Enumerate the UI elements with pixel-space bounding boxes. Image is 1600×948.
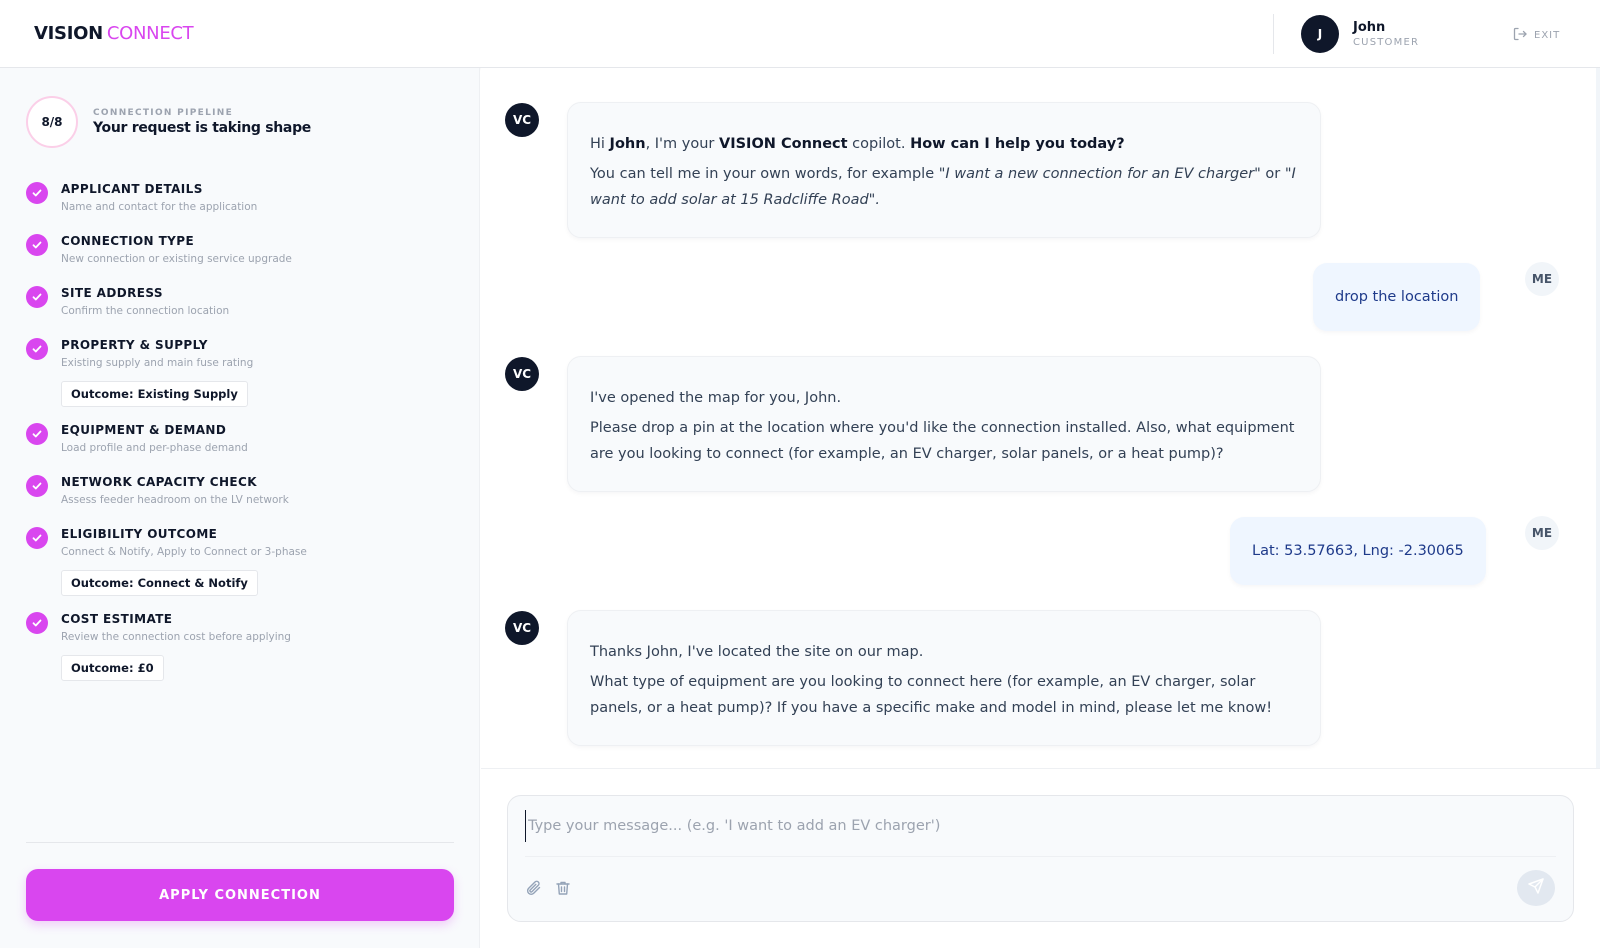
- send-button[interactable]: [1517, 870, 1555, 906]
- sidebar-divider: [26, 842, 454, 843]
- step-description: Confirm the connection location: [61, 305, 230, 317]
- brand-name-secondary: CONNECT: [106, 23, 194, 44]
- bot-message-line: Hi John, I'm your VISION Connect copilot…: [590, 131, 1298, 157]
- app-header: VISION CONNECT J John CUSTOMER EXIT: [0, 0, 1600, 68]
- exit-label: EXIT: [1534, 30, 1561, 41]
- check-icon: [26, 338, 48, 360]
- brand-name-primary: VISION: [34, 23, 103, 44]
- bot-avatar: VC: [505, 611, 539, 645]
- attach-icon[interactable]: [524, 878, 544, 898]
- bot-avatar: VC: [505, 103, 539, 137]
- step-title: PROPERTY & SUPPLY: [61, 338, 208, 352]
- chat-thread[interactable]: VC Hi John, I'm your VISION Connect copi…: [481, 68, 1600, 768]
- step-title: APPLICANT DETAILS: [61, 182, 203, 196]
- step-description: Load profile and per-phase demand: [61, 442, 248, 454]
- bot-message: Hi John, I'm your VISION Connect copilot…: [567, 102, 1321, 238]
- composer-divider: [481, 768, 1600, 769]
- step-title: NETWORK CAPACITY CHECK: [61, 475, 257, 489]
- text-bold: John: [609, 136, 646, 152]
- user-message-avatar: ME: [1525, 262, 1559, 296]
- step-description: Review the connection cost before applyi…: [61, 631, 291, 643]
- step-title: ELIGIBILITY OUTCOME: [61, 527, 218, 541]
- bot-message-line: Please drop a pin at the location where …: [590, 420, 1295, 462]
- step-title: CONNECTION TYPE: [61, 234, 195, 248]
- bot-message: I've opened the map for you, John. Pleas…: [567, 356, 1321, 492]
- example-text: "I want a new connection for an EV charg…: [938, 166, 1261, 182]
- header-divider: [1273, 14, 1274, 54]
- text: or: [1260, 166, 1285, 182]
- composer-divider-line: [525, 856, 1556, 857]
- pipeline-title: Your request is taking shape: [93, 120, 311, 136]
- check-icon: [26, 286, 48, 308]
- pipeline-progress-badge: 8/8: [26, 96, 78, 148]
- bot-message: Thanks John, I've located the site on ou…: [567, 610, 1321, 746]
- exit-button[interactable]: EXIT: [1512, 26, 1560, 45]
- user-message: Lat: 53.57663, Lng: -2.30065: [1230, 517, 1486, 585]
- pipeline-sidebar: 8/8 CONNECTION PIPELINE Your request is …: [0, 68, 480, 948]
- step-description: Name and contact for the application: [61, 201, 258, 213]
- check-icon: [26, 423, 48, 445]
- check-icon: [26, 527, 48, 549]
- check-icon: [26, 234, 48, 256]
- step-outcome-badge: Outcome: Existing Supply: [61, 381, 248, 407]
- bot-avatar: VC: [505, 357, 539, 391]
- user-message-avatar: ME: [1525, 516, 1559, 550]
- step-outcome-badge: Outcome: Connect & Notify: [61, 570, 258, 596]
- bot-message-line: What type of equipment are you looking t…: [590, 674, 1273, 716]
- user-name: John: [1353, 20, 1386, 35]
- pipeline-label: CONNECTION PIPELINE: [93, 108, 234, 118]
- text-bold: VISION Connect: [719, 136, 848, 152]
- check-icon: [26, 182, 48, 204]
- step-title: EQUIPMENT & DEMAND: [61, 423, 227, 437]
- text: copilot.: [847, 136, 911, 152]
- check-icon: [26, 475, 48, 497]
- message-composer: [507, 795, 1574, 922]
- user-avatar[interactable]: J: [1301, 15, 1339, 53]
- text-bold: How can I help you today?: [910, 136, 1125, 152]
- chat-scrollbar[interactable]: [1596, 68, 1600, 768]
- text: , I'm your: [645, 136, 719, 152]
- exit-icon: [1512, 26, 1528, 45]
- brand-logo[interactable]: VISION CONNECT: [34, 23, 194, 44]
- step-description: Assess feeder headroom on the LV network: [61, 494, 289, 506]
- text: Hi: [590, 136, 610, 152]
- step-description: Existing supply and main fuse rating: [61, 357, 254, 369]
- bot-message-line: I've opened the map for you, John.: [590, 390, 842, 406]
- bot-message-line: Thanks John, I've located the site on ou…: [590, 644, 924, 660]
- bot-message-line: You can tell me in your own words, for e…: [590, 161, 1298, 213]
- send-icon: [1527, 877, 1545, 899]
- step-title: SITE ADDRESS: [61, 286, 163, 300]
- check-icon: [26, 612, 48, 634]
- step-outcome-badge: Outcome: £0: [61, 655, 164, 681]
- step-description: New connection or existing service upgra…: [61, 253, 292, 265]
- user-role: CUSTOMER: [1353, 37, 1420, 48]
- trash-icon[interactable]: [553, 878, 573, 898]
- message-input[interactable]: [525, 810, 1556, 842]
- apply-connection-button[interactable]: APPLY CONNECTION: [26, 869, 454, 921]
- step-title: COST ESTIMATE: [61, 612, 173, 626]
- step-description: Connect & Notify, Apply to Connect or 3-…: [61, 546, 307, 558]
- text: You can tell me in your own words, for e…: [590, 166, 939, 182]
- user-message: drop the location: [1313, 263, 1481, 331]
